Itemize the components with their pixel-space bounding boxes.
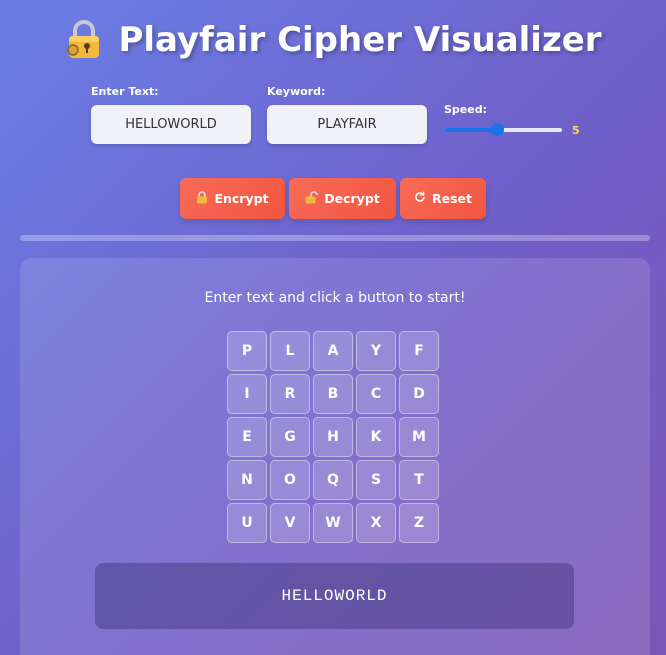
keyword-label: Keyword: [267,85,326,98]
grid-cell: C [356,374,396,414]
grid-cell: T [399,460,439,500]
decrypt-button[interactable]: Decrypt [289,178,396,219]
grid-cell: K [356,417,396,457]
app-header: Playfair Cipher Visualizer [0,20,666,60]
keyword-input[interactable] [267,105,427,144]
grid-cell: N [227,460,267,500]
grid-cell: M [399,417,439,457]
grid-cell: L [270,331,310,371]
grid-cell: V [270,503,310,543]
action-buttons: Encrypt Decrypt Reset [0,178,666,219]
grid-cell: Y [356,331,396,371]
grid-cell: A [313,331,353,371]
grid-cell: O [270,460,310,500]
speed-slider[interactable] [444,123,562,137]
grid-cell: G [270,417,310,457]
reset-button-label: Reset [432,191,472,206]
grid-cell: I [227,374,267,414]
speed-label: Speed: [444,103,487,116]
grid-cell: P [227,331,267,371]
text-input[interactable] [91,105,251,144]
text-label: Enter Text: [91,85,159,98]
decrypt-button-label: Decrypt [324,191,380,206]
visualization-panel: Enter text and click a button to start! … [20,258,650,655]
reset-button[interactable]: Reset [400,178,486,219]
grid-cell: D [399,374,439,414]
speed-value: 5 [572,123,580,137]
lock-icon [196,190,208,207]
grid-cell: U [227,503,267,543]
keyword-field-group: Keyword: [267,85,427,144]
unlock-icon [305,190,319,207]
controls-row: Enter Text: Keyword: Speed: 5 [91,85,611,155]
text-field-group: Enter Text: [91,85,251,144]
encrypt-button-label: Encrypt [214,191,269,206]
cipher-grid: PLAYF IRBCD EGHKM NOQST UVWXZ [227,331,442,543]
speed-slider-row: 5 [444,123,580,137]
speed-slider-thumb[interactable] [491,123,505,136]
grid-cell: H [313,417,353,457]
grid-cell: Z [399,503,439,543]
grid-cell: W [313,503,353,543]
grid-cell: F [399,331,439,371]
encrypt-button[interactable]: Encrypt [180,178,285,219]
output-display: HELLOWORLD [95,563,574,629]
status-message: Enter text and click a button to start! [204,290,466,306]
reload-icon [414,191,426,206]
page-title: Playfair Cipher Visualizer [118,20,602,60]
speed-slider-fill [444,128,498,132]
grid-cell: R [270,374,310,414]
grid-cell: B [313,374,353,414]
grid-cell: Q [313,460,353,500]
lock-with-key-icon [64,20,104,60]
speed-field-group: Speed: 5 [444,103,580,137]
progress-bar [20,235,650,241]
grid-cell: X [356,503,396,543]
grid-cell: E [227,417,267,457]
grid-cell: S [356,460,396,500]
